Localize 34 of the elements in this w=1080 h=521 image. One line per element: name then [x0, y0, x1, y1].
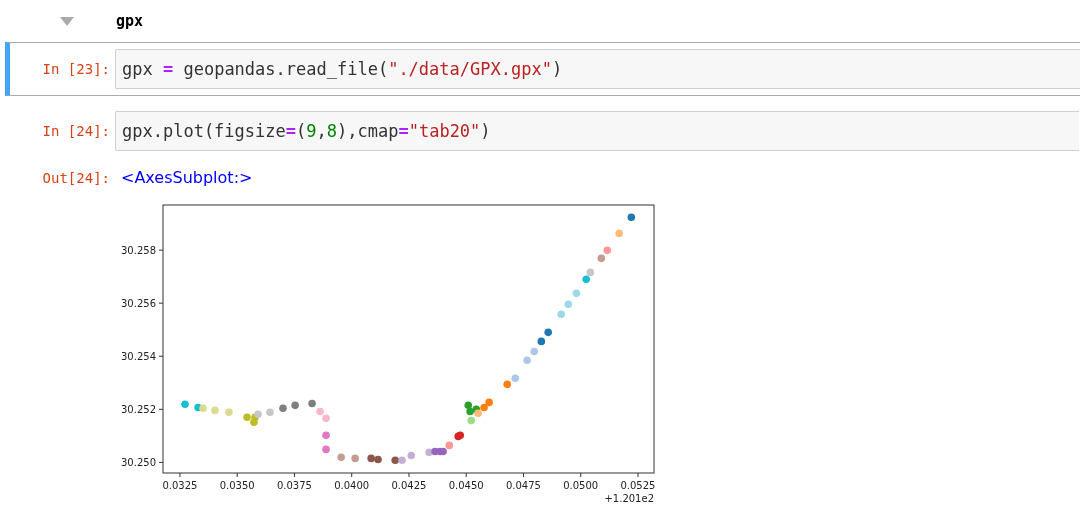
y-tick: 30.254 [121, 350, 164, 362]
output-text: <AxesSubplot:> [120, 168, 253, 187]
x-tick: 0.0525 [620, 472, 656, 491]
x-tick-label: 0.0400 [334, 480, 370, 491]
y-tick: 30.250 [121, 456, 164, 468]
x-tick-label: 0.0375 [276, 480, 312, 491]
y-tick: 30.252 [121, 403, 164, 415]
x-tick-label: 0.0450 [448, 480, 484, 491]
y-tick-label: 30.250 [121, 456, 156, 468]
x-tick: 0.0500 [563, 472, 599, 491]
x-tick: 0.0375 [276, 472, 312, 491]
x-tick-label: 0.0425 [391, 480, 427, 491]
y-tick-label: 30.254 [121, 350, 156, 362]
axis-offset-label: +1.201e2 [604, 493, 654, 504]
x-tick-label: 0.0525 [620, 480, 656, 491]
y-tick: 30.256 [121, 297, 164, 309]
x-tick: 0.0325 [162, 472, 198, 491]
y-tick-label: 30.252 [121, 403, 156, 415]
output-prompt: Out[24]: [41, 169, 111, 186]
x-tick: 0.0350 [219, 472, 255, 491]
x-tick: 0.0450 [448, 472, 484, 491]
y-tick-label: 30.258 [121, 244, 156, 256]
x-tick-label: 0.0475 [505, 480, 541, 491]
x-tick: 0.0400 [334, 472, 370, 491]
x-tick-label: 0.0325 [162, 480, 198, 491]
x-tick: 0.0425 [391, 472, 427, 491]
y-tick-label: 30.256 [121, 297, 156, 309]
input-prompt: In [24]: [41, 123, 111, 139]
input-prompt: In [23]: [41, 61, 111, 77]
y-tick: 30.258 [121, 244, 164, 256]
heading-text: gpx [116, 12, 144, 30]
x-tick-label: 0.0350 [219, 480, 255, 491]
x-tick-label: 0.0500 [563, 480, 599, 491]
x-tick: 0.0475 [505, 472, 541, 491]
